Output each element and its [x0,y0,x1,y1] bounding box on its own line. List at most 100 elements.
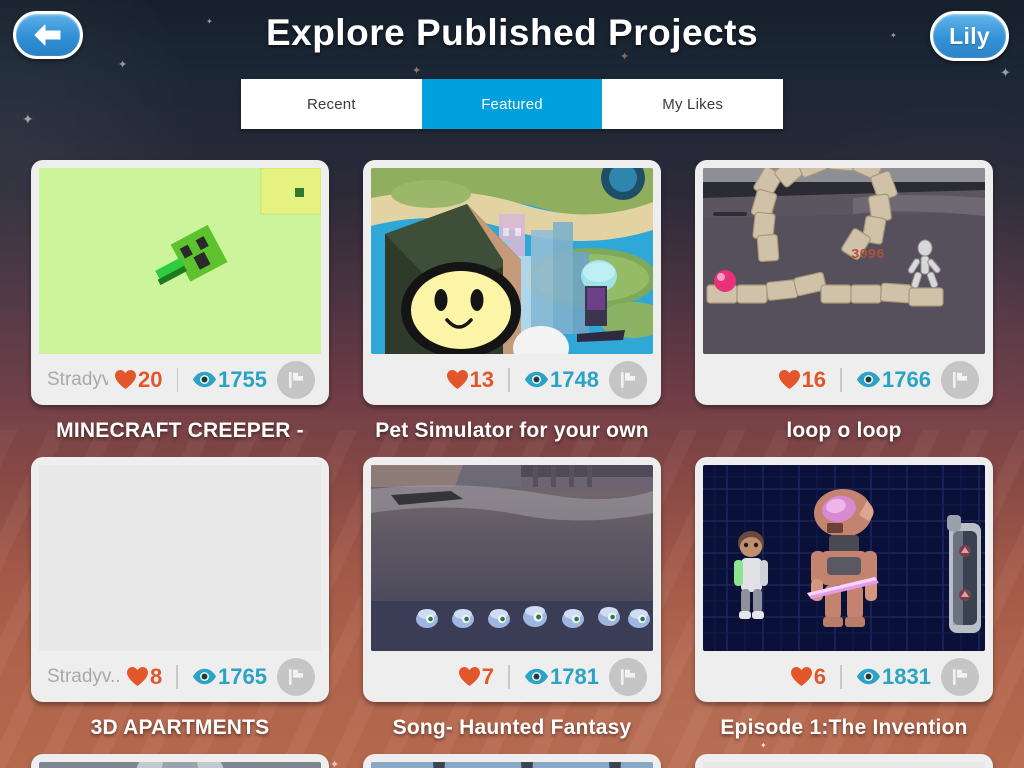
views-stat: 1766 [856,367,931,393]
heart-icon [446,369,468,390]
project-cell: 3096 16 1766 loop o loop [695,160,993,457]
eye-icon [857,668,881,685]
eye-icon [525,371,549,388]
stat-divider [508,664,511,689]
views-count: 1765 [218,663,267,689]
project-title: Episode 1:The Invention [720,716,968,739]
likes-stat: 6 [790,664,826,690]
flag-icon [621,668,635,685]
project-card[interactable]: Stradyv... 8 1765 [31,457,329,702]
stat-divider [508,367,511,392]
thumbnail-art [703,762,985,768]
report-flag-button[interactable] [941,657,979,696]
report-flag-button[interactable] [277,657,315,696]
eye-icon [193,668,217,685]
flag-icon [621,371,635,388]
likes-stat: 13 [446,367,494,393]
partial-card-blue-thumbnail [371,762,653,768]
tab-my-likes-label: My Likes [662,95,724,113]
report-flag-button[interactable] [277,360,315,399]
views-count: 1755 [218,366,267,392]
flag-icon [953,668,967,685]
project-title: Pet Simulator for your own [375,419,649,442]
report-flag-button[interactable] [941,360,979,399]
tab-recent-label: Recent [306,95,356,113]
heart-icon [458,666,480,687]
thumbnail-art [39,168,321,354]
views-count: 1831 [882,663,931,689]
eye-icon [525,668,549,685]
likes-stat: 7 [458,664,494,690]
flag-icon [289,668,303,685]
project-card[interactable]: 13 1748 [363,160,661,405]
tab-featured[interactable]: Featured [421,79,603,129]
tab-featured-label: Featured [481,95,543,113]
stat-divider [840,367,843,392]
episode-1-invention-thumbnail [703,465,985,651]
thumbnail-art [39,465,321,651]
views-stat: 1831 [856,664,931,690]
svg-text:3096: 3096 [851,247,885,263]
flag-icon [953,371,967,388]
tab-my-likes[interactable]: My Likes [602,79,783,129]
project-cell [363,754,661,768]
haunted-fantasy-thumbnail [371,465,653,651]
tab-recent[interactable]: Recent [241,79,422,129]
project-card[interactable]: 6 1831 [695,457,993,702]
heart-icon [126,666,148,687]
project-card[interactable] [363,754,661,768]
views-stat: 1748 [524,367,599,393]
project-stats: 13 1748 [371,354,653,405]
heart-icon [115,369,137,390]
heart-icon [790,666,812,687]
views-stat: 1781 [524,664,599,690]
project-cell [31,754,329,768]
project-card[interactable]: 7 1781 [363,457,661,702]
flag-icon [289,371,303,388]
views-count: 1781 [550,663,599,689]
star-decoration: ✦ [22,111,34,127]
user-profile-button[interactable]: Lily [930,11,1009,61]
report-flag-button[interactable] [609,657,647,696]
project-title: 3D APARTMENTS [90,716,270,739]
thumbnail-art [39,762,321,768]
project-card[interactable]: 3096 16 1766 [695,160,993,405]
project-cell: 13 1748 Pet Simulator for your own [363,160,661,457]
project-cell [695,754,993,768]
thumbnail-art [371,762,653,768]
project-cell: 6 1831 Episode 1:The Invention [695,457,993,754]
eye-icon [193,371,217,388]
likes-count: 8 [149,663,163,689]
thumbnail-art [703,465,985,651]
project-cell: 7 1781 Song- Haunted Fantasy [363,457,661,754]
project-stats: Stradyv... 8 1765 [39,651,321,702]
likes-count: 13 [469,366,495,392]
likes-count: 16 [801,366,827,392]
minecraft-creeper-thumbnail [39,168,321,354]
app-header: Explore Published Projects Lily [0,0,1024,74]
views-stat: 1755 [192,367,267,393]
likes-count: 6 [813,663,827,689]
blank-grey-thumbnail [39,465,321,651]
project-card[interactable] [695,754,993,768]
project-card[interactable] [31,754,329,768]
project-cell: Stradyv... 8 1765 3D APARTMENTS [31,457,329,754]
project-grid: Stradyv... 20 1755 [0,160,1024,768]
thumbnail-art [371,168,653,354]
likes-count: 7 [481,663,495,689]
project-title: MINECRAFT CREEPER - [56,419,304,442]
page-title: Explore Published Projects [265,12,759,53]
stat-divider [176,664,179,689]
likes-count: 20 [138,366,163,392]
project-stats: 6 1831 [703,651,985,702]
loop-o-loop-thumbnail: 3096 [703,168,985,354]
project-title: loop o loop [786,419,902,442]
tab-bar: Recent Featured My Likes [241,79,783,129]
project-stats: 7 1781 [371,651,653,702]
thumbnail-art: 3096 [703,168,985,354]
stat-divider [840,664,843,689]
report-flag-button[interactable] [609,360,647,399]
partial-card-road-thumbnail [39,762,321,768]
project-card[interactable]: Stradyv... 20 1755 [31,160,329,405]
heart-icon [778,369,800,390]
